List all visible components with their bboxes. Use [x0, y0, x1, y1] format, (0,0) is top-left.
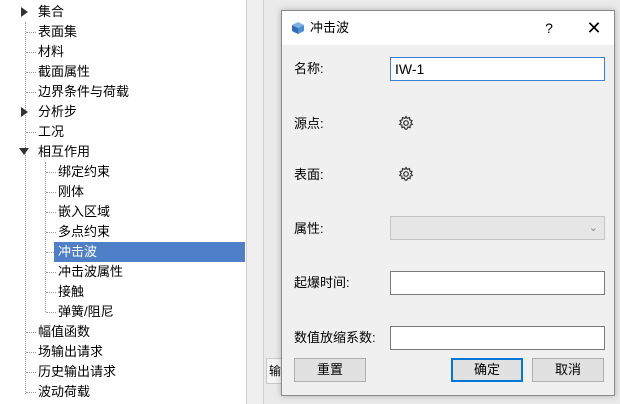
tree-guide — [46, 292, 56, 293]
property-select[interactable]: ⌄ — [390, 216, 605, 240]
tree-item-label: 表面集 — [38, 24, 78, 39]
tree-item-label: 冲击波 — [56, 242, 100, 262]
tree-guide — [46, 312, 56, 313]
property-label: 属性: — [294, 221, 324, 236]
tree-item-label: 嵌入区域 — [58, 204, 111, 219]
detonation-time-input[interactable] — [390, 271, 605, 295]
tree-guide — [26, 32, 36, 33]
gear-icon[interactable] — [398, 115, 414, 131]
tree-guide — [26, 92, 36, 93]
close-button[interactable]: ✕ — [582, 11, 606, 45]
dialog-title: 冲击波 — [310, 20, 350, 35]
tree-item-label: 分析步 — [38, 104, 78, 119]
tree-item-label: 工况 — [38, 124, 65, 139]
tree-guide — [26, 72, 36, 73]
scale-factor-input[interactable] — [390, 326, 605, 350]
collapse-arrow-icon[interactable] — [19, 148, 29, 155]
tree-item-label: 多点约束 — [58, 224, 111, 239]
tree-item-label: 绑定约束 — [58, 164, 111, 179]
tree-item-label: 材料 — [38, 44, 65, 59]
ok-button[interactable]: 确定 — [451, 358, 523, 382]
tree-guide — [46, 192, 56, 193]
incident-wave-dialog: 冲击波 ? ✕ 名称: IW-1 源点: 表面: 属性: ⌄ 起爆时间: 数值放… — [281, 10, 615, 396]
expand-arrow-icon[interactable] — [21, 107, 28, 117]
tree-guide — [46, 232, 56, 233]
tree-guide — [26, 372, 36, 373]
tree-item-label: 历史输出请求 — [38, 364, 117, 379]
tree-guide — [26, 332, 36, 333]
tree-item-label: 接触 — [58, 284, 85, 299]
chevron-down-icon: ⌄ — [588, 222, 598, 234]
tree-item-label: 集合 — [38, 4, 65, 19]
surface-label: 表面: — [294, 167, 324, 182]
tree-item-label: 场输出请求 — [38, 344, 104, 359]
expand-arrow-icon[interactable] — [21, 7, 28, 17]
tree-guide — [25, 22, 26, 394]
tree-item-label: 刚体 — [58, 184, 85, 199]
cancel-button[interactable]: 取消 — [532, 358, 604, 382]
tree-guide — [26, 392, 36, 393]
tree-item-label: 相互作用 — [38, 144, 91, 159]
tree-guide — [46, 212, 56, 213]
help-button[interactable]: ? — [537, 11, 561, 45]
tree-guide — [26, 132, 36, 133]
tree-guide — [45, 162, 46, 312]
detonation-time-label: 起爆时间: — [294, 275, 350, 290]
tree-guide — [26, 352, 36, 353]
tree-item-label: 幅值函数 — [38, 324, 91, 339]
tree-guide — [46, 272, 56, 273]
tree-item-label: 边界条件与荷载 — [38, 84, 130, 99]
gear-icon[interactable] — [398, 166, 414, 182]
tree-guide — [46, 172, 56, 173]
source-label: 源点: — [294, 116, 324, 131]
reset-button[interactable]: 重置 — [294, 358, 366, 382]
name-label: 名称: — [294, 61, 324, 76]
tree-item-label: 冲击波属性 — [58, 264, 124, 279]
name-input[interactable]: IW-1 — [390, 57, 605, 81]
dialog-titlebar[interactable]: 冲击波 ? ✕ — [282, 11, 614, 45]
tree-item-label: 弹簧/阻尼 — [58, 304, 114, 319]
cube-icon — [292, 22, 304, 34]
tree-item-label: 截面属性 — [38, 64, 91, 79]
model-tree: 集合 表面集 材料 截面属性 边界条件与荷载 分析步 工况 相互作用 绑定约束 … — [0, 0, 246, 404]
tree-item-label: 波动荷载 — [38, 384, 91, 399]
panel-splitter[interactable] — [246, 0, 264, 404]
tree-guide — [26, 52, 36, 53]
scale-factor-label: 数值放缩系数: — [294, 330, 376, 345]
